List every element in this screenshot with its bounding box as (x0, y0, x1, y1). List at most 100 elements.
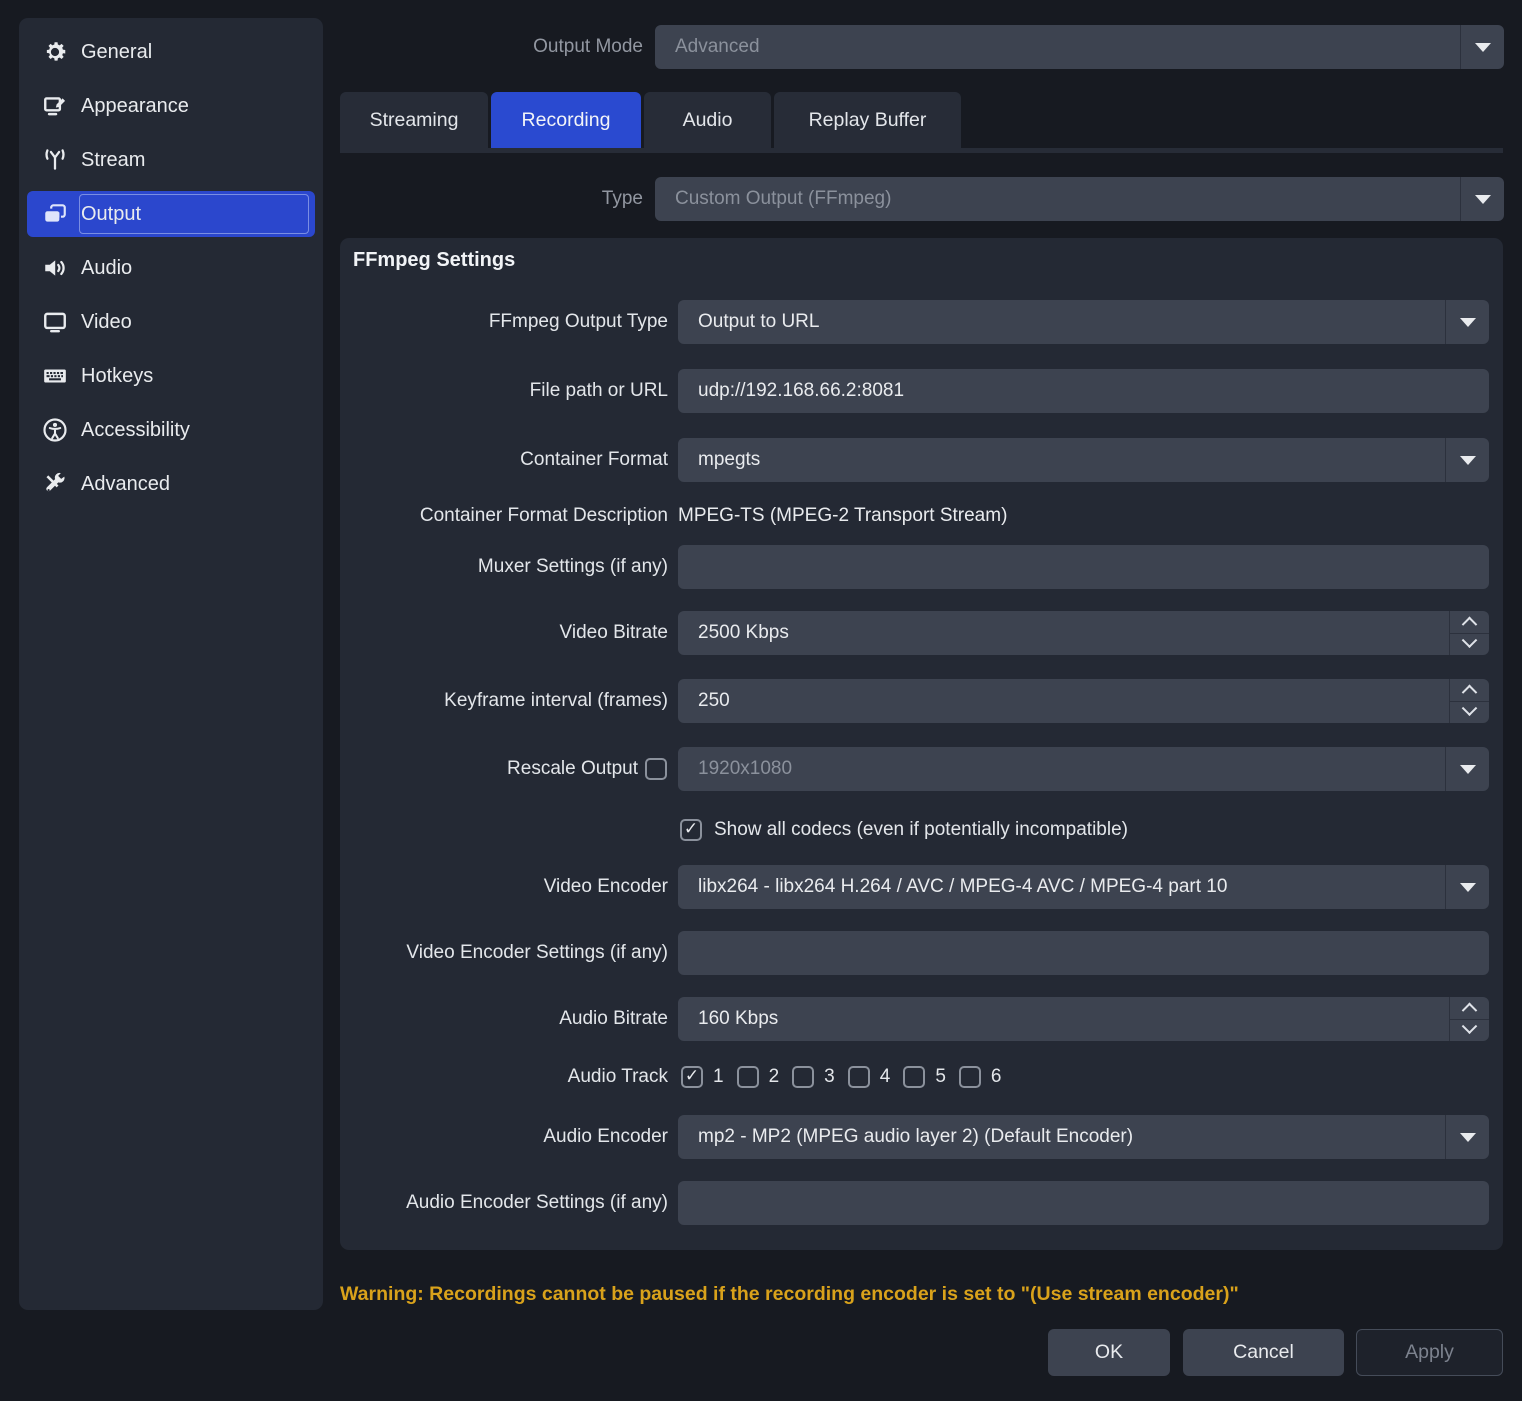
sidebar-item-stream[interactable]: Stream (27, 137, 315, 183)
chevron-down-icon (1460, 883, 1476, 892)
keyframe-interval-spinbox[interactable]: 250 (678, 679, 1489, 723)
audio-track-6-checkbox[interactable] (959, 1066, 981, 1088)
audio-encoder-settings-row: Audio Encoder Settings (if any) (340, 1181, 1503, 1225)
container-format-value: mpegts (698, 449, 760, 471)
video-bitrate-label: Video Bitrate (340, 622, 668, 644)
dropdown-arrow-button[interactable] (1445, 438, 1489, 482)
sidebar-item-general[interactable]: General (27, 29, 315, 75)
focus-ring (79, 194, 309, 234)
chevron-down-icon (1462, 700, 1478, 716)
file-path-input[interactable]: udp://192.168.66.2:8081 (678, 369, 1489, 413)
tab-label: Replay Buffer (809, 109, 927, 132)
spinner-buttons (1449, 611, 1489, 655)
spinner-buttons (1449, 679, 1489, 723)
speaker-icon (42, 255, 68, 281)
audio-encoder-settings-input[interactable] (678, 1181, 1489, 1225)
tools-icon (42, 471, 68, 497)
video-encoder-select[interactable]: libx264 - libx264 H.264 / AVC / MPEG-4 A… (678, 865, 1489, 909)
sidebar-item-label: Audio (81, 257, 132, 280)
rescale-output-checkbox[interactable] (645, 758, 667, 780)
cancel-button[interactable]: Cancel (1183, 1329, 1344, 1376)
sidebar-item-audio[interactable]: Audio (27, 245, 315, 291)
sidebar-item-label: Stream (81, 149, 145, 172)
sidebar-item-hotkeys[interactable]: Hotkeys (27, 353, 315, 399)
sidebar-item-label: Hotkeys (81, 365, 153, 388)
audio-track-5-label: 5 (935, 1066, 946, 1088)
ok-button[interactable]: OK (1048, 1329, 1170, 1376)
dropdown-arrow-button[interactable] (1445, 865, 1489, 909)
audio-track-1-checkbox[interactable] (681, 1066, 703, 1088)
audio-track-row: Audio Track 1 2 3 4 5 (340, 1064, 1503, 1090)
video-encoder-label: Video Encoder (340, 876, 668, 898)
video-bitrate-spinbox[interactable]: 2500 Kbps (678, 611, 1489, 655)
rescale-output-label: Rescale Output (340, 758, 638, 780)
chevron-down-icon (1462, 1018, 1478, 1034)
gear-icon (42, 39, 68, 65)
dropdown-arrow-button (1460, 177, 1504, 221)
chevron-down-icon (1462, 632, 1478, 648)
chevron-down-icon (1460, 765, 1476, 774)
output-icon (42, 201, 68, 227)
ffmpeg-output-type-select[interactable]: Output to URL (678, 300, 1489, 344)
dropdown-arrow-button[interactable] (1445, 1115, 1489, 1159)
file-path-row: File path or URL udp://192.168.66.2:8081 (340, 369, 1503, 413)
sidebar-item-label: Video (81, 311, 132, 334)
video-encoder-settings-label: Video Encoder Settings (if any) (340, 942, 668, 964)
file-path-value: udp://192.168.66.2:8081 (698, 380, 904, 402)
rescale-resolution-select: 1920x1080 (678, 747, 1489, 791)
video-bitrate-row: Video Bitrate 2500 Kbps (340, 611, 1503, 655)
video-bitrate-value: 2500 Kbps (698, 622, 789, 644)
sidebar-item-advanced[interactable]: Advanced (27, 461, 315, 507)
type-value: Custom Output (FFmpeg) (675, 188, 891, 210)
tab-label: Audio (683, 109, 733, 132)
container-format-select[interactable]: mpegts (678, 438, 1489, 482)
apply-button[interactable]: Apply (1356, 1329, 1503, 1376)
audio-track-2-checkbox[interactable] (737, 1066, 759, 1088)
keyframe-interval-label: Keyframe interval (frames) (340, 690, 668, 712)
audio-track-3-label: 3 (824, 1066, 835, 1088)
audio-track-4-label: 4 (880, 1066, 891, 1088)
spin-down-button[interactable] (1450, 702, 1489, 724)
output-mode-value: Advanced (675, 36, 760, 58)
audio-encoder-label: Audio Encoder (340, 1126, 668, 1148)
rescale-output-row: Rescale Output 1920x1080 (340, 747, 1503, 791)
tab-audio[interactable]: Audio (644, 92, 771, 148)
tab-recording[interactable]: Recording (491, 92, 641, 148)
audio-encoder-settings-label: Audio Encoder Settings (if any) (340, 1192, 668, 1214)
muxer-settings-input[interactable] (678, 545, 1489, 589)
sidebar-item-video[interactable]: Video (27, 299, 315, 345)
chevron-down-icon (1475, 43, 1491, 52)
sidebar-item-accessibility[interactable]: Accessibility (27, 407, 315, 453)
audio-bitrate-spinbox[interactable]: 160 Kbps (678, 997, 1489, 1041)
audio-encoder-select[interactable]: mp2 - MP2 (MPEG audio layer 2) (Default … (678, 1115, 1489, 1159)
tab-replay-buffer[interactable]: Replay Buffer (774, 92, 961, 148)
audio-track-3: 3 (792, 1066, 835, 1088)
spin-down-button[interactable] (1450, 1020, 1489, 1042)
chevron-down-icon (1475, 195, 1491, 204)
audio-track-4: 4 (848, 1066, 891, 1088)
ffmpeg-output-type-value: Output to URL (698, 311, 819, 333)
spin-up-button[interactable] (1450, 611, 1489, 634)
dropdown-arrow-button[interactable] (1445, 300, 1489, 344)
ffmpeg-output-type-row: FFmpeg Output Type Output to URL (340, 300, 1503, 344)
tab-streaming[interactable]: Streaming (340, 92, 488, 148)
chevron-up-icon (1462, 617, 1478, 633)
audio-track-6: 6 (959, 1066, 1002, 1088)
video-encoder-settings-input[interactable] (678, 931, 1489, 975)
audio-encoder-row: Audio Encoder mp2 - MP2 (MPEG audio laye… (340, 1115, 1503, 1159)
container-format-label: Container Format (340, 449, 668, 471)
sidebar-item-appearance[interactable]: Appearance (27, 83, 315, 129)
container-desc-row: Container Format Description MPEG-TS (MP… (340, 494, 1503, 538)
audio-track-3-checkbox[interactable] (792, 1066, 814, 1088)
video-encoder-settings-row: Video Encoder Settings (if any) (340, 931, 1503, 975)
spin-up-button[interactable] (1450, 679, 1489, 702)
spin-up-button[interactable] (1450, 997, 1489, 1020)
show-all-codecs-checkbox[interactable] (680, 819, 702, 841)
sidebar-item-label: General (81, 41, 152, 64)
audio-track-5-checkbox[interactable] (903, 1066, 925, 1088)
spin-down-button[interactable] (1450, 634, 1489, 656)
settings-dialog: General Appearance Stream Output (0, 0, 1522, 1401)
audio-track-4-checkbox[interactable] (848, 1066, 870, 1088)
show-all-codecs-row: Show all codecs (even if potentially inc… (680, 817, 1128, 843)
sidebar-item-output[interactable]: Output (27, 191, 315, 237)
